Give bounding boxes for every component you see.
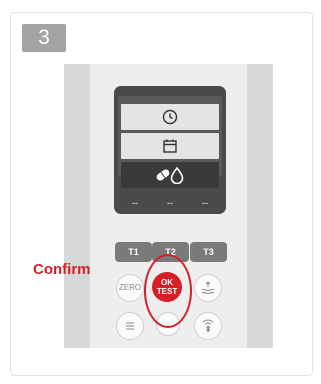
menu-button[interactable] [116, 312, 144, 340]
wireless-button[interactable] [194, 312, 222, 340]
device-side-right [247, 64, 273, 348]
pill-drop-icon [156, 166, 184, 184]
lcd-row-time[interactable] [121, 104, 219, 130]
zero-button[interactable]: ZERO [116, 274, 144, 302]
lcd-row-dosing[interactable] [121, 162, 219, 188]
soft-key-left[interactable]: -- [118, 198, 152, 210]
calendar-icon [163, 139, 177, 153]
lcd-row-date[interactable] [121, 133, 219, 159]
menu-icon [126, 322, 134, 330]
device-side-left [64, 64, 90, 348]
confirm-annotation: Confirm [33, 261, 91, 278]
level-button[interactable] [194, 274, 222, 302]
wireless-bluetooth-icon [202, 319, 214, 333]
soft-key-middle[interactable]: -- [153, 198, 187, 210]
t1-button[interactable]: T1 [115, 242, 152, 262]
step-number-badge: 3 [22, 24, 66, 52]
soft-key-right[interactable]: -- [188, 198, 222, 210]
up-wave-icon [201, 281, 215, 294]
clock-icon [162, 109, 178, 125]
lcd-soft-keys: -- -- -- [118, 198, 222, 210]
ok-button-highlight [144, 254, 192, 328]
t3-button[interactable]: T3 [190, 242, 227, 262]
